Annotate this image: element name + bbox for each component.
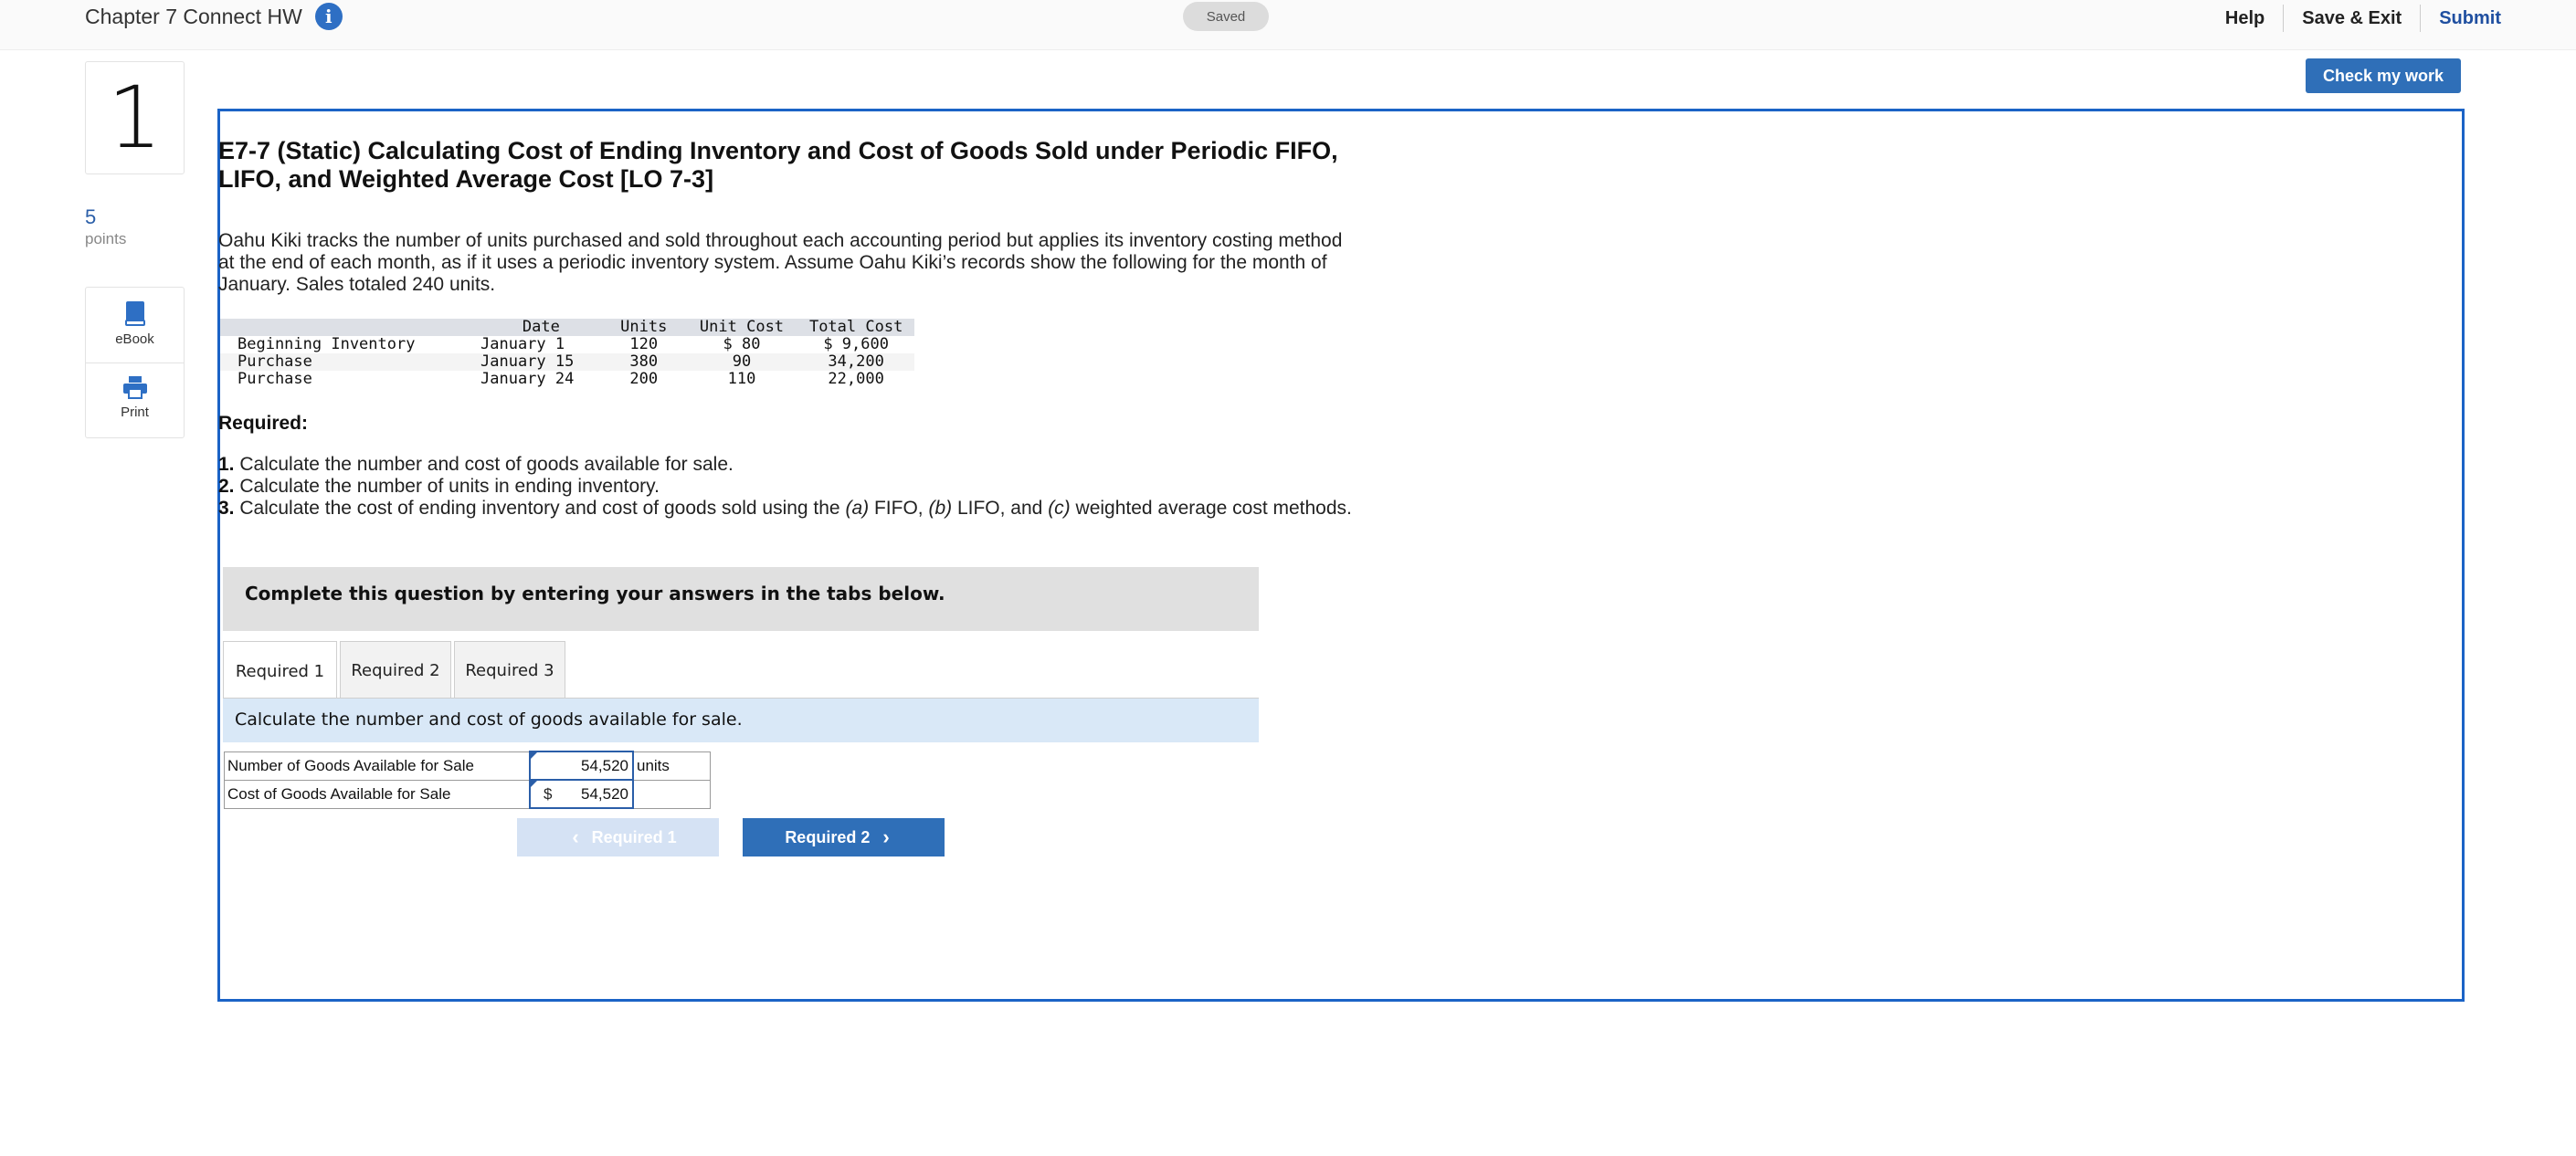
table-row: Cost of Goods Available for Sale $ (224, 779, 711, 809)
table-cell: January 24 (480, 370, 575, 388)
input-marker (531, 781, 537, 787)
table-row: Purchase January 15 380 90 34,200 (220, 353, 914, 371)
list-item: 2. Calculate the number of units in endi… (218, 476, 1352, 498)
currency-symbol: $ (544, 785, 553, 803)
requirement-number: 2. (218, 476, 235, 497)
table-cell: $ 9,600 (823, 335, 889, 353)
answer-label: Cost of Goods Available for Sale (224, 779, 531, 809)
tab-required-2[interactable]: Required 2 (340, 641, 451, 699)
requirement-part-label: (b) (928, 498, 953, 519)
requirement-text: Calculate the number and cost of goods a… (239, 454, 734, 475)
table-row: Number of Goods Available for Sale units (224, 751, 711, 781)
requirements-list: 1. Calculate the number and cost of good… (218, 454, 1352, 520)
assignment-title-wrap: Chapter 7 Connect HW i (85, 3, 343, 30)
ebook-button[interactable]: eBook (86, 300, 184, 347)
requirement-text: LIFO, and (952, 498, 1049, 519)
table-header-row: Date Units Unit Cost Total Cost (220, 319, 914, 336)
instructions-box: Complete this question by entering your … (223, 567, 1259, 631)
table-cell: Purchase (238, 370, 312, 388)
tab-required-1[interactable]: Required 1 (223, 641, 337, 700)
next-required-button[interactable]: Required 2 › (743, 818, 945, 856)
unit-label: units (632, 751, 711, 781)
points-label: points (85, 230, 127, 247)
table-cell: 200 (629, 370, 659, 388)
answer-cell (529, 751, 634, 781)
saved-status-badge: Saved (1183, 2, 1269, 31)
table-cell: 34,200 (797, 353, 914, 371)
inventory-table: Date Units Unit Cost Total Cost Beginnin… (220, 319, 914, 388)
requirement-text: FIFO, (869, 498, 929, 519)
points-value: 5 (85, 205, 97, 228)
table-row: Purchase January 24 200 110 22,000 (220, 371, 914, 388)
assignment-title: Chapter 7 Connect HW (85, 4, 302, 28)
ebook-label: eBook (115, 331, 154, 347)
book-icon (124, 301, 145, 326)
table-cell: 22,000 (828, 370, 884, 388)
table-cell: January 15 (480, 353, 602, 371)
column-header: Units (601, 319, 686, 336)
print-button[interactable]: Print (86, 375, 184, 420)
table-cell: 90 (685, 353, 798, 371)
table-cell: Purchase (220, 353, 480, 371)
column-header: Date (480, 319, 602, 336)
tab-required-3[interactable]: Required 3 (454, 641, 565, 699)
table-cell: $ 80 (723, 335, 761, 353)
submit-link[interactable]: Submit (2421, 8, 2501, 29)
list-item: 3. Calculate the cost of ending inventor… (218, 498, 1352, 520)
requirement-number: 1. (218, 454, 235, 475)
table-row: Beginning Inventory January 1 120 $ 80 $… (220, 336, 914, 353)
list-item: 1. Calculate the number and cost of good… (218, 454, 1352, 476)
requirement-number: 3. (218, 498, 235, 519)
tab-instruction-bar: Calculate the number and cost of goods a… (223, 699, 1259, 742)
table-cell: January 1 (480, 335, 565, 353)
prev-required-button[interactable]: ‹ Required 1 (517, 818, 719, 856)
column-header: Unit Cost (685, 319, 798, 336)
next-required-label: Required 2 (785, 827, 871, 846)
help-link[interactable]: Help (2207, 8, 2283, 29)
requirement-part-label: (c) (1048, 498, 1071, 519)
answer-label: Number of Goods Available for Sale (224, 751, 531, 781)
top-bar: Chapter 7 Connect HW i Saved Help Save &… (0, 0, 2576, 50)
question-title: E7-7 (Static) Calculating Cost of Ending… (218, 137, 1338, 193)
input-marker (531, 752, 537, 759)
print-label: Print (121, 405, 149, 420)
goods-available-units-input[interactable] (531, 752, 632, 779)
table-cell: Beginning Inventory (238, 335, 416, 353)
required-tabs: Required 1 Required 2 Required 3 (223, 641, 568, 700)
question-body: Oahu Kiki tracks the number of units pur… (218, 230, 1343, 295)
save-exit-link[interactable]: Save & Exit (2284, 8, 2420, 29)
instructions-text: Complete this question by entering your … (245, 583, 945, 604)
table-cell: 110 (727, 370, 756, 388)
top-links: Help Save & Exit Submit (2207, 5, 2501, 32)
chevron-right-icon: › (882, 825, 890, 848)
table-cell: 120 (629, 335, 659, 353)
requirement-text: Calculate the number of units in ending … (239, 476, 660, 497)
requirement-text: weighted average cost methods. (1070, 498, 1352, 519)
requirement-part-label: (a) (845, 498, 870, 519)
printer-icon (122, 376, 147, 399)
answer-table: Number of Goods Available for Sale units… (224, 751, 711, 809)
prev-required-label: Required 1 (591, 827, 677, 846)
tab-instruction-text: Calculate the number and cost of goods a… (235, 709, 743, 730)
tools-panel: eBook Print (85, 287, 185, 438)
check-my-work-button[interactable]: Check my work (2306, 58, 2461, 93)
chevron-left-icon: ‹ (572, 825, 579, 848)
question-number: 1 (85, 61, 185, 174)
required-heading: Required: (218, 413, 309, 434)
unit-label (632, 779, 711, 809)
table-cell: 380 (601, 353, 686, 371)
requirement-text: Calculate the cost of ending inventory a… (239, 498, 846, 519)
column-header (220, 319, 480, 336)
answer-cell: $ (529, 779, 634, 809)
column-header: Total Cost (797, 319, 914, 336)
info-icon[interactable]: i (314, 3, 343, 30)
